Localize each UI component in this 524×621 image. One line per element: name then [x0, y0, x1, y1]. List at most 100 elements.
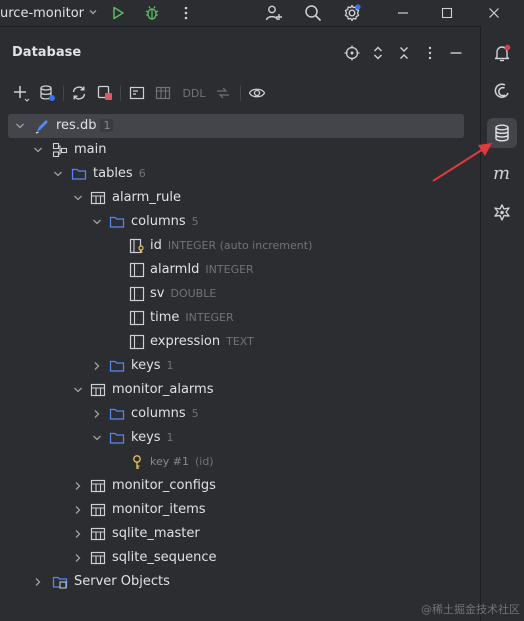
collapse-all-icon[interactable] — [394, 43, 414, 63]
key-detail: (id) — [194, 455, 214, 468]
key-icon — [129, 454, 145, 470]
chevron-down-icon[interactable] — [91, 216, 103, 228]
table-icon — [90, 502, 106, 518]
chevron-right-icon[interactable] — [91, 408, 103, 420]
chevron-right-icon[interactable] — [72, 480, 84, 492]
tree-node-table-alarm-rule[interactable]: alarm_rule — [0, 186, 480, 210]
right-tool-strip: m — [480, 26, 524, 621]
tree-node-table-sqlite-master[interactable]: sqlite_master — [0, 522, 480, 546]
tree-node-label: columns — [131, 406, 186, 421]
chevron-right-icon[interactable] — [32, 576, 44, 588]
folder-icon — [109, 214, 125, 230]
chevron-right-icon[interactable] — [72, 528, 84, 540]
settings-icon[interactable] — [342, 3, 362, 23]
tree-node-label: alarm_rule — [112, 190, 182, 205]
tree-node-column-sv[interactable]: sv DOUBLE — [0, 282, 480, 306]
table-icon — [90, 478, 106, 494]
add-icon[interactable] — [10, 82, 32, 104]
chevron-down-icon[interactable] — [14, 120, 26, 132]
column-icon — [129, 286, 145, 302]
tree-node-label: tables — [93, 166, 133, 181]
minimize-icon[interactable] — [393, 3, 413, 23]
folder-icon — [109, 358, 125, 374]
tree-node-server-objects[interactable]: Server Objects — [0, 570, 480, 594]
count-hint: 5 — [191, 407, 199, 420]
chevron-down-icon[interactable] — [72, 192, 84, 204]
chevron-down-icon[interactable] — [72, 384, 84, 396]
folder-icon — [109, 406, 125, 422]
view-icon[interactable] — [246, 82, 268, 104]
count-hint: 1 — [166, 359, 174, 372]
column-name: id — [150, 238, 162, 253]
tree-node-label: res.db — [56, 118, 97, 133]
watermark: @稀土掘金技术社区 — [421, 603, 520, 616]
panel-title: Database — [12, 45, 82, 60]
maximize-icon[interactable] — [437, 3, 457, 23]
tree-node-column-id[interactable]: id INTEGER (auto increment) — [0, 234, 480, 258]
sqlite-db-icon — [34, 118, 50, 134]
tree-node-table-sqlite-sequence[interactable]: sqlite_sequence — [0, 546, 480, 570]
tree-node-column-expression[interactable]: expression TEXT — [0, 330, 480, 354]
datasource-properties-icon[interactable] — [36, 82, 58, 104]
tree-node-label: sqlite_master — [112, 526, 200, 541]
tree-node-label: main — [74, 142, 107, 157]
column-type: INTEGER (auto increment) — [167, 239, 313, 252]
compare-icon[interactable] — [212, 82, 234, 104]
m-plugin-icon[interactable]: m — [487, 158, 517, 188]
stop-icon[interactable] — [94, 82, 116, 104]
title-bar: urce-monitor — [0, 0, 524, 26]
table-icon[interactable] — [152, 82, 174, 104]
add-user-icon[interactable] — [264, 3, 284, 23]
tree-node-table-monitor-alarms[interactable]: monitor_alarms — [0, 378, 480, 402]
tree-node-label: sqlite_sequence — [112, 550, 217, 565]
column-type: TEXT — [226, 335, 254, 348]
toolbar-separator — [240, 85, 241, 101]
chevron-right-icon[interactable] — [72, 504, 84, 516]
tree-node-tables[interactable]: tables 6 — [0, 162, 480, 186]
debug-icon[interactable] — [142, 3, 162, 23]
primary-key-column-icon — [129, 238, 145, 254]
close-icon[interactable] — [484, 3, 504, 23]
expand-collapse-icon[interactable] — [368, 43, 388, 63]
table-icon — [90, 550, 106, 566]
tree-node-key-1[interactable]: key #1 (id) — [0, 450, 480, 474]
more-vertical-icon[interactable] — [420, 43, 440, 63]
ai-assistant-icon[interactable] — [487, 76, 517, 106]
tree-node-table-monitor-items[interactable]: monitor_items — [0, 498, 480, 522]
column-name: expression — [150, 334, 221, 349]
settings-sync-icon[interactable] — [487, 198, 517, 228]
target-icon[interactable] — [342, 43, 362, 63]
tree-node-columns[interactable]: columns 5 — [0, 402, 480, 426]
project-selector[interactable]: urce-monitor — [0, 6, 98, 21]
column-type: INTEGER — [205, 263, 254, 276]
tree-node-table-monitor-configs[interactable]: monitor_configs — [0, 474, 480, 498]
tree-node-keys[interactable]: keys 1 — [0, 426, 480, 450]
column-icon — [129, 334, 145, 350]
minimize-panel-icon[interactable] — [446, 43, 466, 63]
tree-node-column-alarmid[interactable]: alarmId INTEGER — [0, 258, 480, 282]
refresh-icon[interactable] — [68, 82, 90, 104]
more-vertical-icon[interactable] — [176, 3, 196, 23]
tree-node-column-time[interactable]: time INTEGER — [0, 306, 480, 330]
table-icon — [90, 382, 106, 398]
ddl-button[interactable]: DDL — [180, 82, 208, 104]
run-icon[interactable] — [108, 3, 128, 23]
folder-icon — [109, 430, 125, 446]
database-icon[interactable] — [487, 118, 517, 148]
search-icon[interactable] — [303, 3, 323, 23]
tree-node-columns[interactable]: columns 5 — [0, 210, 480, 234]
jump-to-console-icon[interactable] — [126, 82, 148, 104]
tree-node-main[interactable]: main — [0, 138, 480, 162]
panel-header: Database — [0, 27, 480, 79]
tree-node-keys[interactable]: keys 1 — [0, 354, 480, 378]
notifications-icon[interactable] — [487, 38, 517, 68]
chevron-right-icon[interactable] — [72, 552, 84, 564]
tree-node-label: keys — [131, 430, 161, 445]
tree-node-res-db[interactable]: res.db 1 — [8, 114, 464, 138]
chevron-down-icon[interactable] — [91, 432, 103, 444]
chevron-right-icon[interactable] — [91, 360, 103, 372]
project-name: urce-monitor — [0, 5, 84, 21]
chevron-down-icon[interactable] — [32, 144, 44, 156]
chevron-down-icon[interactable] — [52, 168, 64, 180]
count-hint: 5 — [191, 215, 199, 228]
